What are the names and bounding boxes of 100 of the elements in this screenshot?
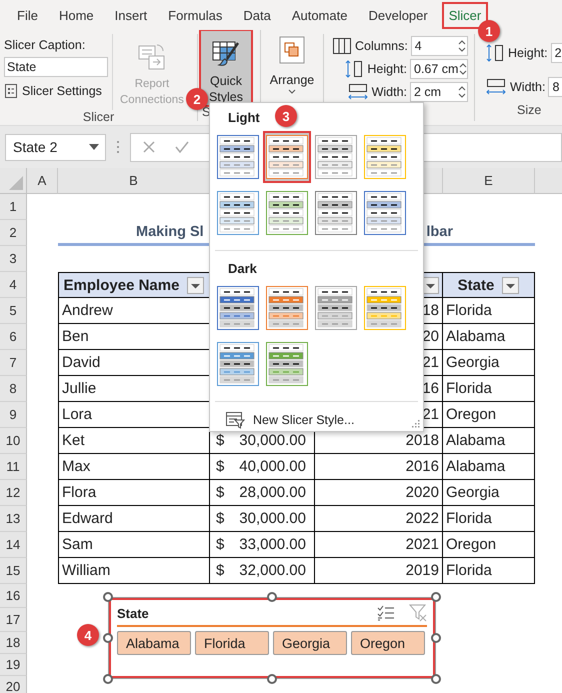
table-header-cell: Employee Name [58, 272, 210, 298]
triangle-icon [9, 176, 23, 190]
row-header[interactable]: 5 [0, 298, 27, 324]
resize-handle[interactable] [431, 633, 441, 643]
number-field[interactable]: 8 [548, 77, 562, 97]
height-icon [485, 43, 505, 63]
ribbon-tab[interactable]: Home [52, 2, 101, 28]
number-field[interactable]: 0.67 cm [410, 59, 468, 79]
ribbon-tab[interactable]: Data [236, 2, 278, 28]
slicer-item-button[interactable]: Oregon [351, 631, 425, 655]
row-header[interactable]: 10 [0, 428, 27, 454]
table-cell: 28,000.00 [239, 484, 306, 501]
table-cell: Alabama [443, 428, 535, 454]
table-cell: Sam [58, 532, 210, 558]
spinner-arrows-icon[interactable] [457, 84, 467, 100]
row-header[interactable]: 4 [0, 272, 27, 298]
resize-handle[interactable] [431, 674, 441, 684]
filter-dropdown-icon[interactable] [502, 276, 520, 294]
row-header[interactable]: 13 [0, 506, 27, 532]
table-cell: 2020 [315, 480, 443, 506]
caption-field[interactable]: State [4, 57, 108, 77]
number-field[interactable]: 4 [410, 36, 468, 56]
filter-dropdown-icon[interactable] [187, 276, 204, 294]
ribbon-tab[interactable]: Automate [284, 2, 354, 28]
quick-styles-button[interactable]: Quick Styles [201, 31, 251, 105]
table-header-cell: State [443, 272, 535, 298]
field-label: Height: [367, 62, 407, 76]
field-label: Width: [510, 80, 546, 94]
table-cell: Ket [58, 428, 210, 454]
number-field[interactable]: 2 [550, 43, 562, 63]
ribbon-tab[interactable]: Developer [361, 2, 435, 28]
row-header[interactable]: 16 [0, 584, 27, 608]
resize-grip-icon[interactable] [412, 420, 420, 428]
table-cell: $ [216, 484, 224, 501]
ribbon-tab[interactable]: File [10, 2, 45, 28]
row-header[interactable]: 8 [0, 376, 27, 402]
row-header[interactable]: 17 [0, 608, 27, 632]
row-header[interactable]: 20 [0, 676, 27, 693]
row-header[interactable]: 1 [0, 194, 27, 220]
row-header[interactable]: 2 [0, 220, 27, 246]
name-box[interactable]: State 2 [5, 134, 106, 160]
table-cell: $ [216, 458, 224, 475]
resize-handle[interactable] [267, 674, 277, 684]
table-cell: 32,000.00 [239, 562, 306, 579]
table-cell: 33,000.00 [239, 536, 306, 553]
table-cell: Max [58, 454, 210, 480]
column-header[interactable]: B [58, 168, 210, 194]
section-heading: Dark [228, 261, 257, 276]
table-cell: Florida [443, 506, 535, 532]
height-icon [344, 59, 364, 79]
multi-select-icon[interactable] [377, 605, 395, 621]
spinner-arrows-icon[interactable] [457, 38, 467, 54]
slicer-settings-button[interactable]: Slicer Settings [4, 82, 108, 100]
settings-icon [4, 83, 18, 99]
table-cell: Edward [58, 506, 210, 532]
slicer-item-button[interactable]: Alabama [117, 631, 191, 655]
resize-handle[interactable] [267, 592, 277, 602]
row-header[interactable]: 9 [0, 402, 27, 428]
row-header[interactable]: 11 [0, 454, 27, 480]
row-header[interactable]: 6 [0, 324, 27, 350]
group-label: Size [517, 103, 542, 117]
resize-handle[interactable] [431, 592, 441, 602]
row-header[interactable]: 3 [0, 246, 27, 272]
table-cell: Alabama [443, 324, 535, 350]
column-header[interactable]: A [27, 168, 58, 194]
table-cell: Georgia [443, 480, 535, 506]
resize-handle[interactable] [103, 592, 113, 602]
row-header[interactable]: 19 [0, 654, 27, 676]
step-badge: 4 [77, 624, 99, 646]
section-heading: Light [228, 110, 260, 125]
row-header[interactable]: 12 [0, 480, 27, 506]
width-icon [485, 77, 507, 97]
table-cell: 40,000.00 [239, 458, 306, 475]
table-cell: $ [216, 562, 224, 579]
spinner-arrows-icon[interactable] [458, 61, 468, 77]
field-label: Height: [508, 46, 548, 60]
slicer-item-button[interactable]: Florida [195, 631, 269, 655]
chevron-down-icon [287, 88, 297, 96]
row-header[interactable]: 7 [0, 350, 27, 376]
width-icon [346, 82, 369, 102]
table-cell: $ [216, 510, 224, 527]
resize-handle[interactable] [103, 633, 113, 643]
table-cell: 2022 [315, 506, 443, 532]
number-field[interactable]: 2 cm [410, 82, 468, 102]
resize-handle[interactable] [103, 674, 113, 684]
row-header[interactable]: 18 [0, 632, 27, 654]
row-header[interactable]: 15 [0, 558, 27, 584]
group-label: Slicer [82, 110, 116, 124]
row-header[interactable]: 14 [0, 532, 27, 558]
ribbon-tab[interactable]: Insert [108, 2, 154, 28]
table-cell: William [58, 558, 210, 584]
filter-style-icon [225, 411, 245, 429]
arrange-button[interactable]: Arrange [265, 34, 319, 103]
table-cell: 30,000.00 [239, 510, 306, 527]
ribbon-tab[interactable]: Formulas [161, 2, 230, 28]
table-cell: 30,000.00 [239, 432, 306, 449]
column-header[interactable]: E [443, 168, 535, 194]
slicer-item-button[interactable]: Georgia [273, 631, 347, 655]
table-cell: $ [216, 536, 224, 553]
drag-handle-icon [116, 140, 120, 154]
